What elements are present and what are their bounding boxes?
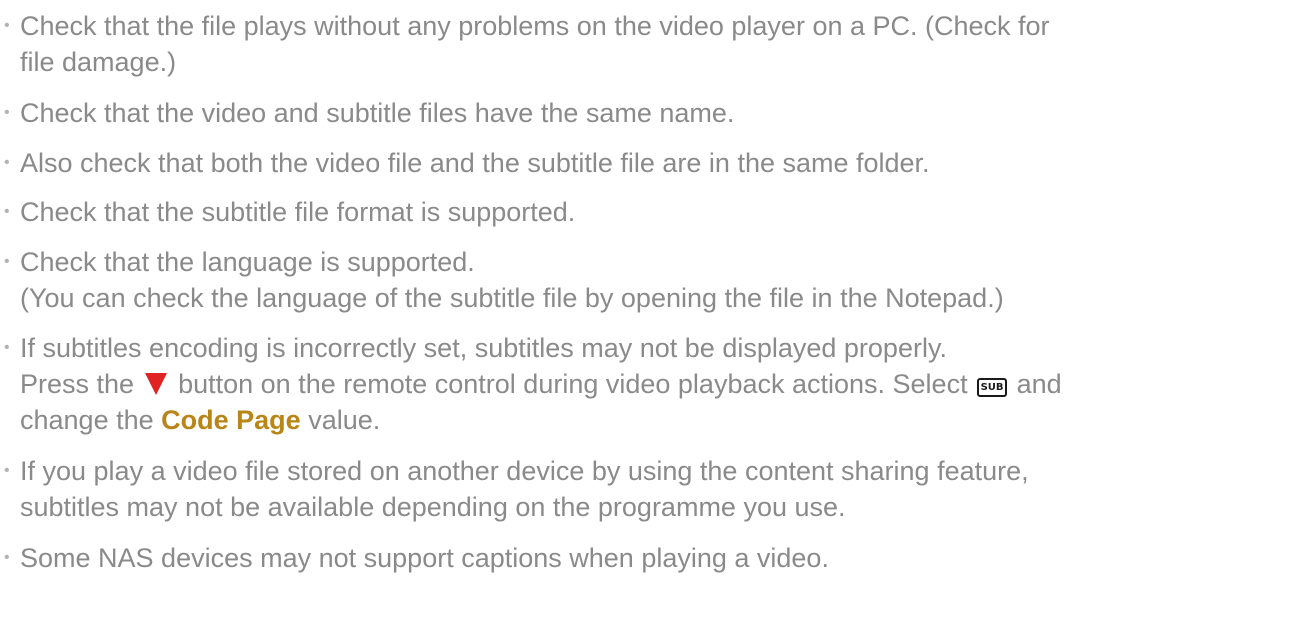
item-text: (You can check the language of the subti… [20,283,1004,313]
value-text: value. [308,405,381,435]
change-the-text: change the [20,405,154,435]
item-text: Also check that both the video file and … [20,148,930,178]
bullet: • [4,17,10,34]
item-text: Check that the file plays without any pr… [20,11,1050,41]
item-text-line: change the Code Page value. [20,402,380,438]
bullet: • [4,253,10,270]
bullet: • [4,462,10,479]
bullet: • [4,154,10,171]
sub-button-icon: SUB [977,378,1008,397]
press-the-text: Press the [20,369,135,399]
bullet: • [4,203,10,220]
remote-instruction-text: button on the remote control during vide… [178,369,968,399]
item-text: Check that the video and subtitle files … [20,98,735,128]
item-text: Check that the language is supported. [20,247,475,277]
item-text: If you play a video file stored on anoth… [20,456,1029,486]
bullet: • [4,549,10,566]
bullet: • [4,339,10,356]
and-text: and [1016,369,1062,399]
item-text-line: Press the button on the remote control d… [20,366,1062,402]
item-text: file damage.) [20,47,177,77]
bullet: • [4,104,10,121]
item-text: Some NAS devices may not support caption… [20,543,829,573]
item-text: Check that the subtitle file format is s… [20,197,576,227]
code-page-keyword: Code Page [161,405,301,435]
item-text: subtitles may not be available depending… [20,492,846,522]
item-text: If subtitles encoding is incorrectly set… [20,333,947,363]
down-arrow-icon [144,373,167,395]
